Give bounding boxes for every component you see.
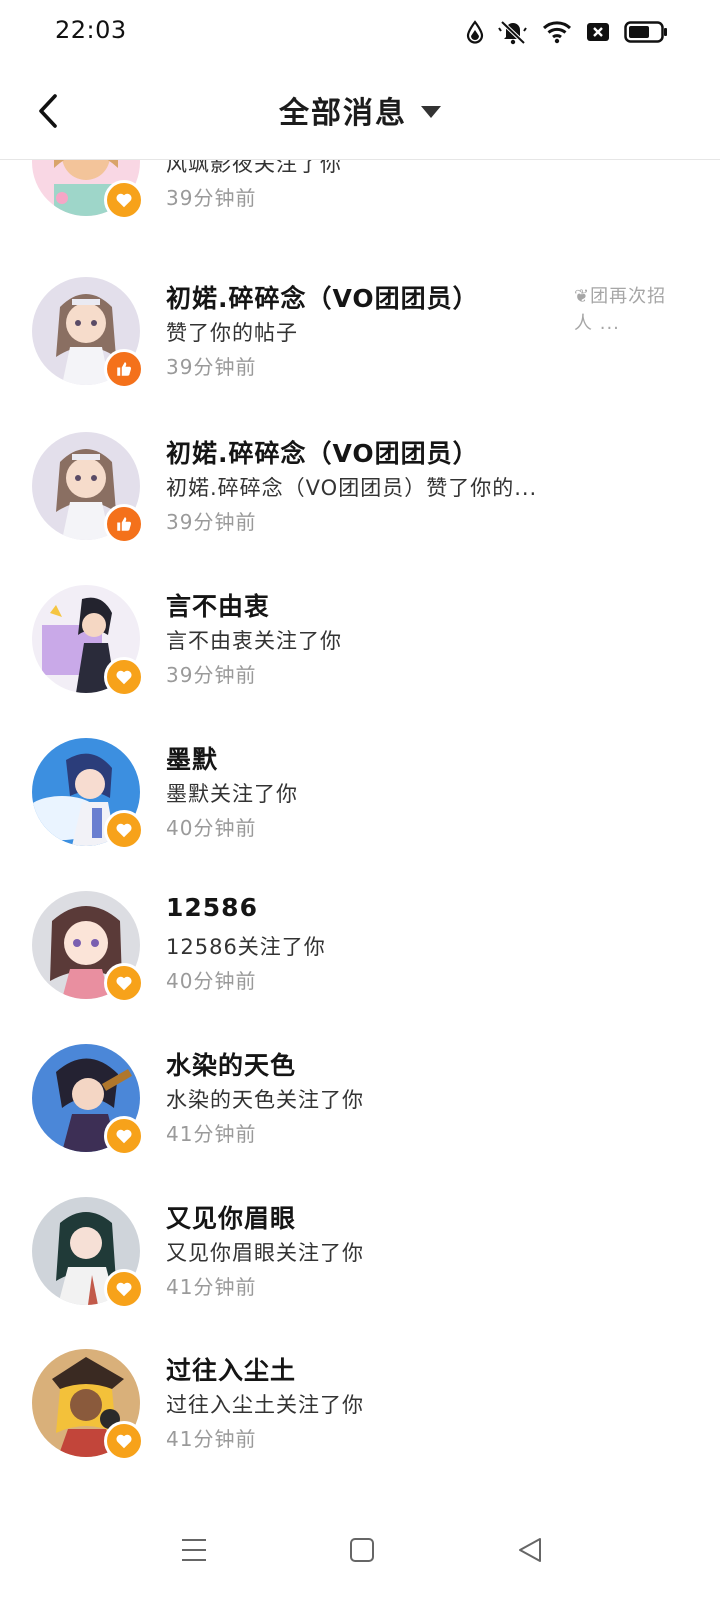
- list-item[interactable]: 水染的天色 水染的天色关注了你 41分钟前: [0, 1044, 720, 1200]
- back-nav-button[interactable]: [510, 1530, 550, 1570]
- follow-badge: [104, 657, 144, 697]
- heart-icon: [116, 1129, 132, 1144]
- thumbs-up-icon: [117, 517, 131, 531]
- heart-icon: [116, 1434, 132, 1449]
- status-time: 22:03: [55, 16, 127, 44]
- menu-button[interactable]: [174, 1530, 214, 1570]
- message-text: 初婼.碎碎念（VO团团员）赞了你的...: [166, 476, 538, 500]
- sender-name: 言不由衷: [166, 592, 271, 621]
- timestamp: 41分钟前: [166, 1275, 257, 1299]
- home-button[interactable]: [342, 1530, 382, 1570]
- header: 全部消息: [0, 64, 720, 160]
- message-text: 风飒影夜关注了你: [166, 160, 342, 176]
- message-text: 又见你眉眼关注了你: [166, 1241, 364, 1265]
- list-item[interactable]: 初婼.碎碎念（VO团团员） 初婼.碎碎念（VO团团员）赞了你的... 39分钟前: [0, 432, 720, 588]
- heart-icon: [116, 823, 132, 838]
- follow-badge: [104, 1269, 144, 1309]
- timestamp: 39分钟前: [166, 510, 257, 534]
- timestamp: 39分钟前: [166, 355, 257, 379]
- heart-icon: [116, 1282, 132, 1297]
- follow-badge: [104, 1116, 144, 1156]
- status-icons: [466, 18, 668, 46]
- message-list[interactable]: 风飒影夜关注了你 39分钟前 初婼.碎碎念（VO团团员） 赞了你的帖子 39分钟…: [0, 160, 720, 1500]
- list-item[interactable]: 墨默 墨默关注了你 40分钟前: [0, 738, 720, 894]
- timestamp: 40分钟前: [166, 969, 257, 993]
- silent-bell-icon: [498, 19, 528, 45]
- follow-badge: [104, 810, 144, 850]
- timestamp: 40分钟前: [166, 816, 257, 840]
- back-triangle-icon: [519, 1538, 541, 1562]
- timestamp: 39分钟前: [166, 663, 257, 687]
- home-square-icon: [350, 1538, 374, 1562]
- list-item[interactable]: 言不由衷 言不由衷关注了你 39分钟前: [0, 585, 720, 741]
- list-item[interactable]: 过往入尘土 过往入尘土关注了你 41分钟前: [0, 1349, 720, 1500]
- like-badge: [104, 504, 144, 544]
- follow-badge: [104, 963, 144, 1003]
- sender-name: 又见你眉眼: [166, 1204, 297, 1233]
- title-dropdown[interactable]: 全部消息: [0, 88, 720, 132]
- status-bar: 22:03: [0, 0, 720, 64]
- timestamp: 41分钟前: [166, 1122, 257, 1146]
- sender-name: 初婼.碎碎念（VO团团员）: [166, 284, 479, 313]
- thumbs-up-icon: [117, 362, 131, 376]
- sender-name: 过往入尘土: [166, 1356, 297, 1385]
- list-item[interactable]: 12586 12586关注了你 40分钟前: [0, 891, 720, 1047]
- timestamp: 41分钟前: [166, 1427, 257, 1451]
- follow-badge: [104, 180, 144, 220]
- sender-name: 12586: [166, 893, 258, 922]
- post-preview[interactable]: ❦团再次招人 ...: [574, 283, 684, 337]
- system-nav-bar: [0, 1500, 720, 1600]
- like-badge: [104, 349, 144, 389]
- sender-name: 初婼.碎碎念（VO团团员）: [166, 439, 479, 468]
- list-item[interactable]: 又见你眉眼 又见你眉眼关注了你 41分钟前: [0, 1197, 720, 1353]
- sender-name: 墨默: [166, 745, 219, 774]
- sim-x-icon: [586, 22, 610, 42]
- message-text: 水染的天色关注了你: [166, 1088, 364, 1112]
- message-text: 言不由衷关注了你: [166, 629, 342, 653]
- water-drop-icon: [466, 20, 484, 44]
- timestamp: 39分钟前: [166, 186, 257, 210]
- caret-down-icon: [421, 106, 441, 118]
- heart-icon: [116, 193, 132, 208]
- heart-icon: [116, 976, 132, 991]
- message-text: 墨默关注了你: [166, 782, 298, 806]
- message-text: 12586关注了你: [166, 935, 326, 959]
- wifi-icon: [542, 20, 572, 44]
- heart-icon: [116, 670, 132, 685]
- list-item[interactable]: 初婼.碎碎念（VO团团员） 赞了你的帖子 39分钟前 ❦团再次招人 ...: [0, 277, 720, 433]
- battery-icon: [624, 21, 668, 43]
- sender-name: 水染的天色: [166, 1051, 297, 1080]
- list-item[interactable]: 风飒影夜关注了你 39分钟前: [0, 160, 720, 264]
- menu-icon: [182, 1539, 206, 1561]
- message-text: 过往入尘土关注了你: [166, 1393, 364, 1417]
- message-text: 赞了你的帖子: [166, 321, 298, 345]
- follow-badge: [104, 1421, 144, 1461]
- page-title: 全部消息: [279, 96, 407, 131]
